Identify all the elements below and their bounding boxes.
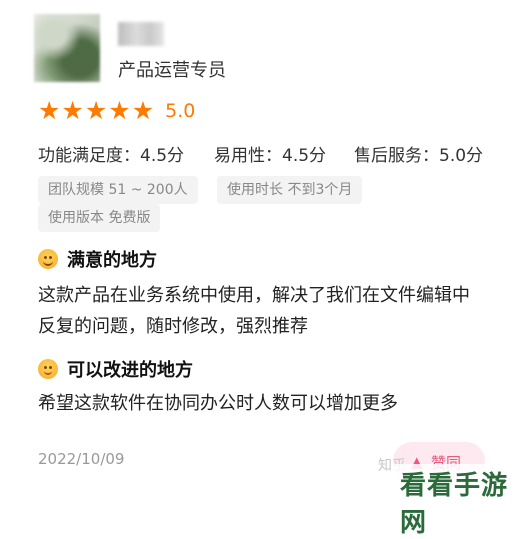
rating-score: 5.0 <box>165 100 196 122</box>
star-icon: ★ <box>84 96 108 125</box>
score-function: 功能满足度：4.5分 <box>38 146 185 166</box>
improve-heading-text: 可以改进的地方 <box>67 360 193 381</box>
star-icon: ★ <box>108 96 131 125</box>
tag-team-size: 团队规模 51 ~ 200人 <box>38 176 198 204</box>
improve-text: 希望这款软件在协同办公时人数可以增加更多 <box>38 393 398 414</box>
satisfied-heading-text: 满意的地方 <box>67 250 157 271</box>
blush-emoji-icon <box>38 359 58 379</box>
score-service: 售后服务：5.0分 <box>354 146 484 166</box>
star-rating: ★ ★ ★ ★ ★ 5.0 <box>38 98 195 124</box>
site-watermark: 看看手游网 <box>400 471 509 538</box>
reviewer-role: 产品运营专员 <box>118 60 226 81</box>
satisfied-text-line: 这款产品在业务系统中使用，解决了我们在文件编辑中 <box>38 285 470 306</box>
star-icon: ★ <box>38 96 61 125</box>
review-date: 2022/10/09 <box>38 450 125 468</box>
tag-version: 使用版本 免费版 <box>38 204 161 232</box>
smile-emoji-icon <box>38 249 58 269</box>
improve-heading: 可以改进的地方 <box>38 356 193 382</box>
satisfied-text-line: 反复的问题，随时修改，强烈推荐 <box>38 316 308 337</box>
satisfied-heading: 满意的地方 <box>38 246 157 272</box>
tag-usage-duration: 使用时长 不到3个月 <box>217 176 363 204</box>
star-icon: ★ <box>61 96 84 125</box>
avatar[interactable] <box>34 14 100 82</box>
reviewer-name-blurred <box>118 22 164 46</box>
satisfied-text: 这款产品在业务系统中使用，解决了我们在文件编辑中 反复的问题，随时修改，强烈推荐 <box>38 280 470 342</box>
star-icon: ★ <box>131 96 155 125</box>
score-usability: 易用性：4.5分 <box>214 146 327 166</box>
